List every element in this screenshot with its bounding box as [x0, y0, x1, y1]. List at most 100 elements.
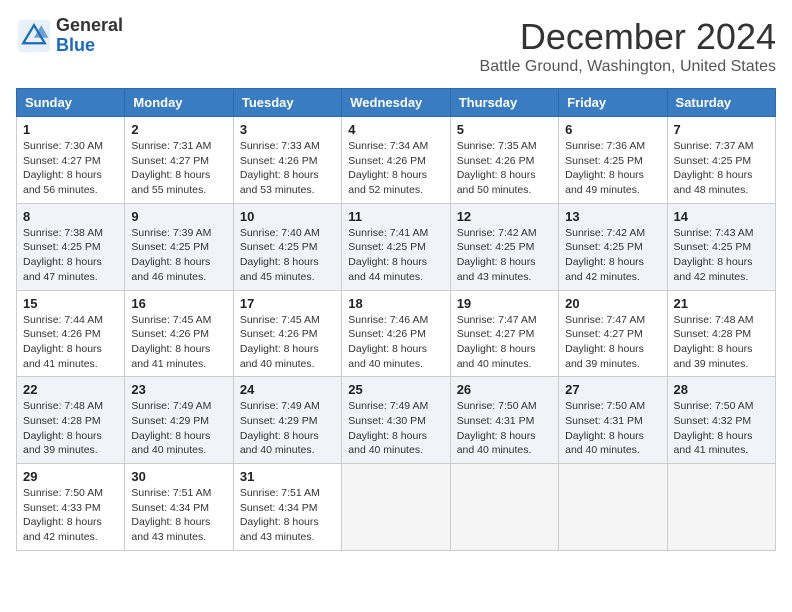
day-number: 22 [23, 382, 118, 397]
calendar-week-row: 8 Sunrise: 7:38 AM Sunset: 4:25 PM Dayli… [17, 203, 776, 290]
calendar-cell: 8 Sunrise: 7:38 AM Sunset: 4:25 PM Dayli… [17, 203, 125, 290]
day-number: 30 [131, 469, 226, 484]
month-title: December 2024 [480, 16, 776, 58]
calendar-cell: 19 Sunrise: 7:47 AM Sunset: 4:27 PM Dayl… [450, 290, 558, 377]
calendar-cell [342, 464, 450, 551]
day-number: 24 [240, 382, 335, 397]
day-number: 25 [348, 382, 443, 397]
day-info: Sunrise: 7:47 AM Sunset: 4:27 PM Dayligh… [565, 313, 660, 372]
day-number: 14 [674, 209, 769, 224]
calendar-cell: 22 Sunrise: 7:48 AM Sunset: 4:28 PM Dayl… [17, 377, 125, 464]
day-number: 10 [240, 209, 335, 224]
calendar-cell: 23 Sunrise: 7:49 AM Sunset: 4:29 PM Dayl… [125, 377, 233, 464]
calendar-cell: 21 Sunrise: 7:48 AM Sunset: 4:28 PM Dayl… [667, 290, 775, 377]
calendar-week-row: 1 Sunrise: 7:30 AM Sunset: 4:27 PM Dayli… [17, 117, 776, 204]
day-info: Sunrise: 7:50 AM Sunset: 4:32 PM Dayligh… [674, 399, 769, 458]
calendar-cell: 20 Sunrise: 7:47 AM Sunset: 4:27 PM Dayl… [559, 290, 667, 377]
day-info: Sunrise: 7:49 AM Sunset: 4:30 PM Dayligh… [348, 399, 443, 458]
calendar-cell: 12 Sunrise: 7:42 AM Sunset: 4:25 PM Dayl… [450, 203, 558, 290]
logo: General Blue [16, 16, 123, 56]
day-number: 6 [565, 122, 660, 137]
day-info: Sunrise: 7:45 AM Sunset: 4:26 PM Dayligh… [131, 313, 226, 372]
day-number: 11 [348, 209, 443, 224]
location: Battle Ground, Washington, United States [480, 58, 776, 76]
logo-blue: Blue [56, 35, 95, 55]
calendar-cell: 14 Sunrise: 7:43 AM Sunset: 4:25 PM Dayl… [667, 203, 775, 290]
logo-icon [16, 18, 52, 54]
day-number: 2 [131, 122, 226, 137]
day-info: Sunrise: 7:40 AM Sunset: 4:25 PM Dayligh… [240, 226, 335, 285]
day-info: Sunrise: 7:44 AM Sunset: 4:26 PM Dayligh… [23, 313, 118, 372]
calendar-cell: 28 Sunrise: 7:50 AM Sunset: 4:32 PM Dayl… [667, 377, 775, 464]
day-number: 26 [457, 382, 552, 397]
day-number: 31 [240, 469, 335, 484]
calendar-week-row: 22 Sunrise: 7:48 AM Sunset: 4:28 PM Dayl… [17, 377, 776, 464]
day-info: Sunrise: 7:49 AM Sunset: 4:29 PM Dayligh… [131, 399, 226, 458]
day-number: 27 [565, 382, 660, 397]
calendar-cell [450, 464, 558, 551]
day-info: Sunrise: 7:47 AM Sunset: 4:27 PM Dayligh… [457, 313, 552, 372]
day-info: Sunrise: 7:39 AM Sunset: 4:25 PM Dayligh… [131, 226, 226, 285]
calendar-cell: 16 Sunrise: 7:45 AM Sunset: 4:26 PM Dayl… [125, 290, 233, 377]
day-info: Sunrise: 7:34 AM Sunset: 4:26 PM Dayligh… [348, 139, 443, 198]
calendar-cell: 2 Sunrise: 7:31 AM Sunset: 4:27 PM Dayli… [125, 117, 233, 204]
day-info: Sunrise: 7:50 AM Sunset: 4:33 PM Dayligh… [23, 486, 118, 545]
calendar-header-row: SundayMondayTuesdayWednesdayThursdayFrid… [17, 89, 776, 117]
day-number: 9 [131, 209, 226, 224]
header: General Blue December 2024 Battle Ground… [16, 16, 776, 76]
day-info: Sunrise: 7:35 AM Sunset: 4:26 PM Dayligh… [457, 139, 552, 198]
day-number: 16 [131, 296, 226, 311]
calendar-cell: 11 Sunrise: 7:41 AM Sunset: 4:25 PM Dayl… [342, 203, 450, 290]
calendar-cell: 3 Sunrise: 7:33 AM Sunset: 4:26 PM Dayli… [233, 117, 341, 204]
calendar-cell: 6 Sunrise: 7:36 AM Sunset: 4:25 PM Dayli… [559, 117, 667, 204]
day-info: Sunrise: 7:37 AM Sunset: 4:25 PM Dayligh… [674, 139, 769, 198]
day-info: Sunrise: 7:30 AM Sunset: 4:27 PM Dayligh… [23, 139, 118, 198]
day-info: Sunrise: 7:41 AM Sunset: 4:25 PM Dayligh… [348, 226, 443, 285]
calendar-cell [559, 464, 667, 551]
day-of-week-header: Tuesday [233, 89, 341, 117]
day-of-week-header: Friday [559, 89, 667, 117]
logo-text: General Blue [56, 16, 123, 56]
calendar-cell: 27 Sunrise: 7:50 AM Sunset: 4:31 PM Dayl… [559, 377, 667, 464]
day-number: 5 [457, 122, 552, 137]
calendar-cell: 17 Sunrise: 7:45 AM Sunset: 4:26 PM Dayl… [233, 290, 341, 377]
calendar-cell: 1 Sunrise: 7:30 AM Sunset: 4:27 PM Dayli… [17, 117, 125, 204]
calendar-cell: 29 Sunrise: 7:50 AM Sunset: 4:33 PM Dayl… [17, 464, 125, 551]
calendar-cell: 15 Sunrise: 7:44 AM Sunset: 4:26 PM Dayl… [17, 290, 125, 377]
day-of-week-header: Wednesday [342, 89, 450, 117]
day-info: Sunrise: 7:49 AM Sunset: 4:29 PM Dayligh… [240, 399, 335, 458]
day-number: 12 [457, 209, 552, 224]
day-number: 15 [23, 296, 118, 311]
day-info: Sunrise: 7:45 AM Sunset: 4:26 PM Dayligh… [240, 313, 335, 372]
day-info: Sunrise: 7:46 AM Sunset: 4:26 PM Dayligh… [348, 313, 443, 372]
calendar-table: SundayMondayTuesdayWednesdayThursdayFrid… [16, 88, 776, 551]
calendar-week-row: 15 Sunrise: 7:44 AM Sunset: 4:26 PM Dayl… [17, 290, 776, 377]
day-info: Sunrise: 7:42 AM Sunset: 4:25 PM Dayligh… [565, 226, 660, 285]
calendar-cell: 10 Sunrise: 7:40 AM Sunset: 4:25 PM Dayl… [233, 203, 341, 290]
day-number: 21 [674, 296, 769, 311]
day-number: 13 [565, 209, 660, 224]
day-number: 8 [23, 209, 118, 224]
day-info: Sunrise: 7:48 AM Sunset: 4:28 PM Dayligh… [23, 399, 118, 458]
calendar-week-row: 29 Sunrise: 7:50 AM Sunset: 4:33 PM Dayl… [17, 464, 776, 551]
logo-general: General [56, 15, 123, 35]
day-of-week-header: Monday [125, 89, 233, 117]
day-number: 3 [240, 122, 335, 137]
calendar-cell: 4 Sunrise: 7:34 AM Sunset: 4:26 PM Dayli… [342, 117, 450, 204]
day-info: Sunrise: 7:36 AM Sunset: 4:25 PM Dayligh… [565, 139, 660, 198]
day-info: Sunrise: 7:50 AM Sunset: 4:31 PM Dayligh… [565, 399, 660, 458]
day-number: 7 [674, 122, 769, 137]
day-number: 28 [674, 382, 769, 397]
calendar-cell: 18 Sunrise: 7:46 AM Sunset: 4:26 PM Dayl… [342, 290, 450, 377]
day-of-week-header: Sunday [17, 89, 125, 117]
day-number: 29 [23, 469, 118, 484]
calendar-cell: 24 Sunrise: 7:49 AM Sunset: 4:29 PM Dayl… [233, 377, 341, 464]
title-block: December 2024 Battle Ground, Washington,… [480, 16, 776, 76]
calendar-cell: 7 Sunrise: 7:37 AM Sunset: 4:25 PM Dayli… [667, 117, 775, 204]
day-info: Sunrise: 7:50 AM Sunset: 4:31 PM Dayligh… [457, 399, 552, 458]
day-info: Sunrise: 7:51 AM Sunset: 4:34 PM Dayligh… [131, 486, 226, 545]
day-info: Sunrise: 7:38 AM Sunset: 4:25 PM Dayligh… [23, 226, 118, 285]
calendar-cell [667, 464, 775, 551]
calendar-cell: 30 Sunrise: 7:51 AM Sunset: 4:34 PM Dayl… [125, 464, 233, 551]
calendar-cell: 31 Sunrise: 7:51 AM Sunset: 4:34 PM Dayl… [233, 464, 341, 551]
